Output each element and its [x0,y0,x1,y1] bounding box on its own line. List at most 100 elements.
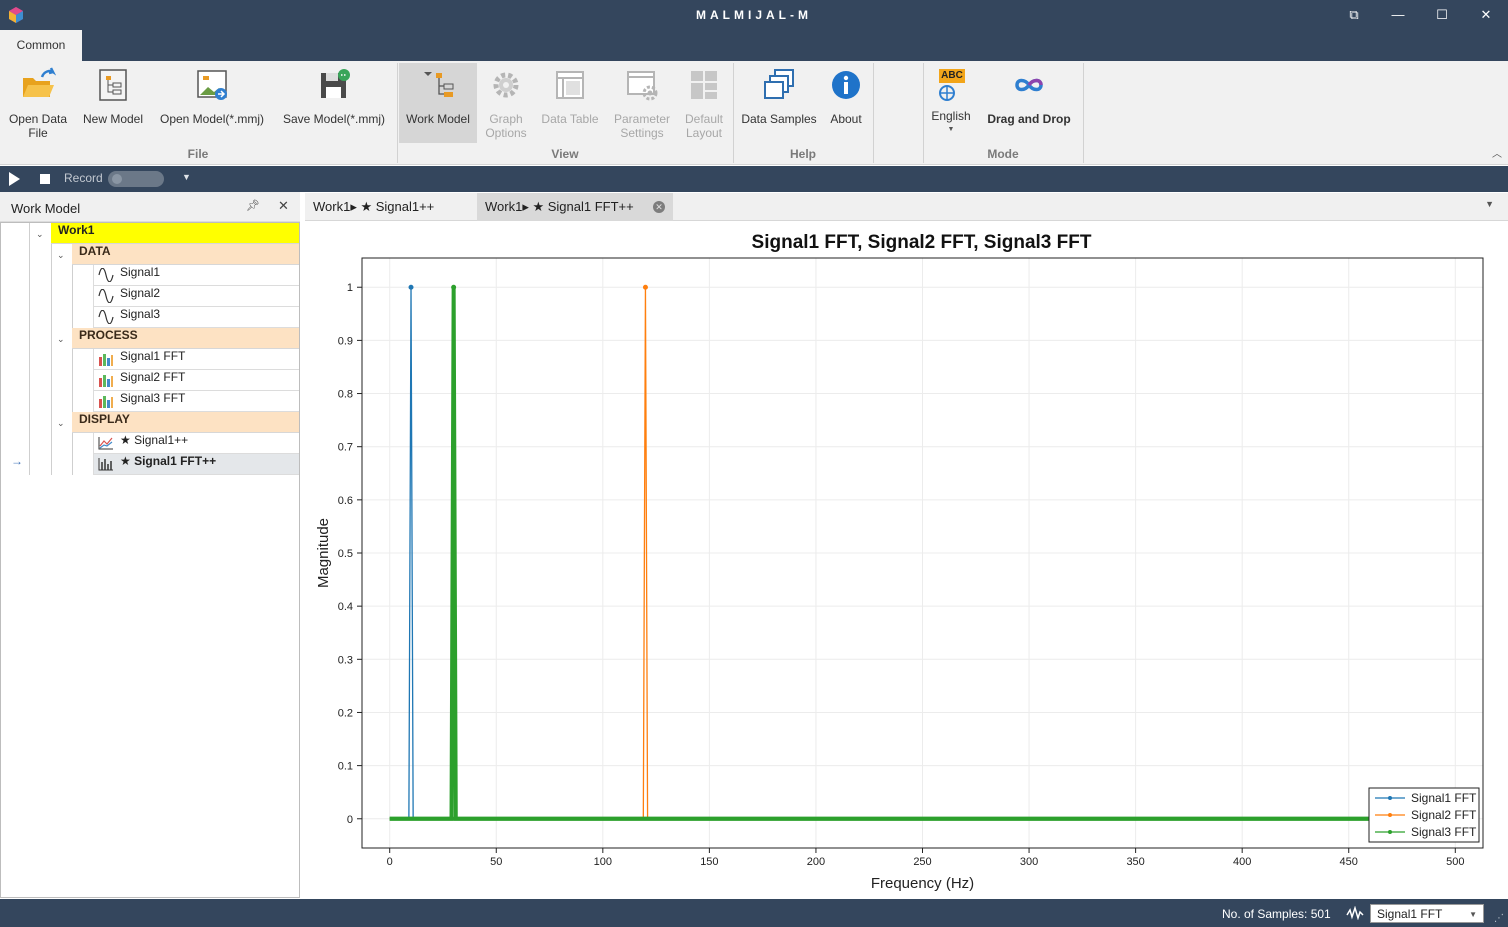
restore-layout-button[interactable]: ⧉ [1332,0,1376,30]
new-model-button[interactable]: New Model [78,63,148,143]
resize-grip-icon[interactable]: ⋰ [1494,913,1504,924]
chevron-down-icon[interactable]: ⌄ [57,250,65,261]
x-tick-label: 0 [387,856,393,868]
about-label: About [830,112,862,126]
chart-panel: 0 50 100 150 200 250 300 350 400 450 500 0 0.1 0.2 0.3… [305,222,1508,898]
x-tick-label: 400 [1233,856,1251,868]
group-label-file: File [187,147,209,161]
tree-root-work1[interactable]: Work1 [51,223,299,244]
group-separator [873,63,874,163]
bar-chart-icon [99,396,113,408]
parameter-settings-button[interactable]: Parameter Settings [608,63,676,143]
parameter-settings-label: Parameter Settings [613,112,671,140]
maximize-button[interactable]: ☐ [1420,0,1464,30]
record-dropdown-icon[interactable]: ▼ [182,172,191,182]
legend-entry[interactable]: Signal2 FFT [1411,808,1477,822]
close-tab-icon[interactable]: ✕ [653,201,665,213]
open-data-file-label: Open Data File [8,112,68,140]
drag-and-drop-button[interactable]: Drag and Drop [980,63,1078,143]
tab-list-dropdown-icon[interactable]: ▼ [1485,199,1494,209]
y-tick-label: 0.1 [338,761,353,773]
sine-wave-icon [98,289,114,303]
record-toggle[interactable] [108,171,164,187]
open-model-button[interactable]: Open Model(*.mmj) [154,63,270,143]
y-tick-label: 0.7 [338,442,353,454]
doc-tab-signal1-fft[interactable]: Work1▸ ★ Signal1 FFT++ ✕ [477,193,673,221]
tree-category-display[interactable]: DISPLAY [72,412,299,433]
x-tick-label: 150 [700,856,718,868]
collapse-ribbon-icon[interactable]: ︿ [1492,145,1502,160]
tree-item-signal1[interactable]: Signal1 [93,265,299,286]
tree-item-label: Signal3 FFT [120,391,186,405]
tree-item-signal1-fft-display[interactable]: ★ Signal1 FFT++ [93,454,299,475]
open-model-label: Open Model(*.mmj) [159,112,265,126]
data-table-button[interactable]: Data Table [536,63,604,143]
panel-header: Work Model 📌︎ ✕ [0,192,300,222]
data-table-label: Data Table [541,112,599,126]
close-panel-icon[interactable]: ✕ [278,198,289,214]
language-dropdown-button[interactable]: ABC English ▼ [928,63,974,143]
y-tick-label: 0.9 [338,335,353,347]
globe-icon [939,85,955,101]
legend-entry[interactable]: Signal1 FFT [1411,791,1477,805]
bar-chart-icon [99,354,113,366]
tree-item-signal1-fft[interactable]: Signal1 FFT [93,349,299,370]
play-icon[interactable] [9,172,20,186]
series-select[interactable]: Signal1 FFT ▼ [1370,904,1484,923]
stop-icon[interactable] [40,174,50,184]
tree-item-signal3[interactable]: Signal3 [93,307,299,328]
info-icon [832,71,860,99]
save-model-label: Save Model(*.mmj) [282,112,386,126]
new-model-label: New Model [82,112,144,126]
tree-item-label: Signal2 [120,286,161,300]
peak-marker[interactable] [451,284,457,290]
peak-marker[interactable] [408,284,414,290]
tree-guide [29,223,30,475]
fft-chart[interactable]: 0 50 100 150 200 250 300 350 400 450 500 0 0.1 0.2 0.3… [305,222,1508,898]
current-row-arrow-icon: → [11,454,23,468]
data-samples-button[interactable]: Data Samples [738,63,820,143]
x-tick-label: 450 [1340,856,1358,868]
pin-icon[interactable]: 📌︎ [246,199,260,212]
x-axis-label: Frequency (Hz) [871,875,974,892]
y-tick-label: 0.8 [338,389,353,401]
tree-guide [51,244,52,475]
tree-item-signal1-display[interactable]: ★ Signal1++ [93,433,299,454]
work-model-button[interactable]: Work Model [399,63,477,143]
chart-title: Signal1 FFT, Signal2 FFT, Signal3 FFT [751,232,1092,253]
open-data-file-button[interactable]: Open Data File [4,63,72,143]
close-button[interactable]: ✕ [1464,0,1508,30]
tree-item-signal3-fft[interactable]: Signal3 FFT [93,391,299,412]
default-layout-label: Default Layout [684,112,724,140]
chevron-down-icon: ▼ [947,126,955,133]
minimize-button[interactable]: — [1376,0,1420,30]
graph-options-button[interactable]: Graph Options [480,63,532,143]
tree-category-process[interactable]: PROCESS [72,328,299,349]
legend-swatch-marker [1388,796,1392,800]
ribbon: Open Data File New Model Open Model(*.mm… [0,61,1508,165]
samples-count: No. of Samples: 501 [1222,907,1331,921]
peak-marker[interactable] [642,284,648,290]
stacked-windows-icon [764,69,794,99]
ribbon-tab-common[interactable]: Common [0,30,82,61]
sine-wave-icon [98,310,114,324]
default-layout-button[interactable]: Default Layout [678,63,730,143]
save-model-button[interactable]: Save Model(*.mmj) [276,63,392,143]
doc-tab-signal1[interactable]: Work1▸ ★ Signal1++ [305,193,475,221]
y-tick-label: 0.4 [338,601,353,613]
x-tick-label: 100 [594,856,612,868]
about-button[interactable]: About [824,63,868,143]
y-tick-label: 1 [347,282,353,294]
table-icon [556,71,584,99]
tree-item-signal2[interactable]: Signal2 [93,286,299,307]
chevron-down-icon[interactable]: ⌄ [57,418,65,429]
legend-entry[interactable]: Signal3 FFT [1411,825,1477,839]
status-bar: No. of Samples: 501 Signal1 FFT ▼ ⋰ [0,899,1508,927]
group-separator [1083,63,1084,163]
tree-category-data[interactable]: DATA [72,244,299,265]
title-bar: MALMIJAL-M ⧉ — ☐ ✕ [0,0,1508,30]
chevron-down-icon[interactable]: ⌄ [36,229,44,240]
series-select-value: Signal1 FFT [1377,907,1443,921]
tree-item-signal2-fft[interactable]: Signal2 FFT [93,370,299,391]
chevron-down-icon[interactable]: ⌄ [57,334,65,345]
